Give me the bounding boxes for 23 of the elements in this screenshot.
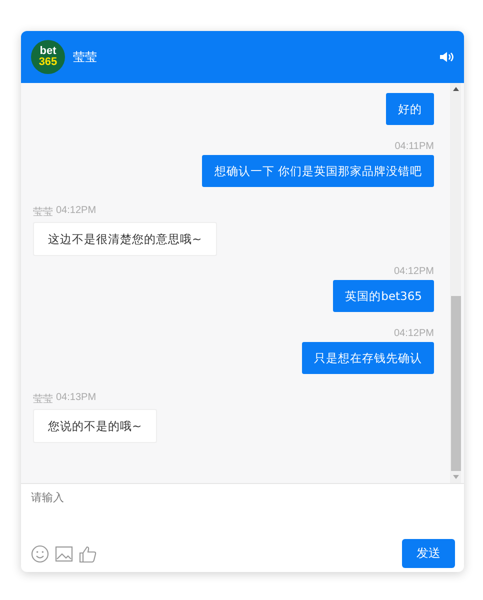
scrollbar[interactable] xyxy=(450,83,461,483)
emoji-icon[interactable] xyxy=(31,544,49,562)
received-message: 您说的不是的哦~ xyxy=(33,409,157,443)
message-time: 04:13PM xyxy=(56,392,96,405)
agent-name: 莹莹 xyxy=(73,48,98,66)
message-time: 04:12PM xyxy=(394,328,434,339)
logo-text: 365 xyxy=(38,57,58,68)
send-button[interactable]: 发送 xyxy=(402,539,455,568)
logo-text: bet xyxy=(40,46,56,57)
sender-name: 莹莹 xyxy=(33,206,53,219)
thumbs-up-icon[interactable] xyxy=(79,544,97,562)
sent-message: 英国的bet365 xyxy=(333,280,434,312)
sender-name: 莹莹 xyxy=(33,392,53,406)
received-message: 这边不是很清楚您的意思哦~ xyxy=(33,222,217,256)
message-time: 04:12PM xyxy=(56,205,96,218)
sent-message: 只是想在存钱先确认 xyxy=(302,342,434,374)
image-icon[interactable] xyxy=(55,546,73,562)
sent-message: 想确认一下 你们是英国那家品牌没错吧 xyxy=(202,155,434,187)
speaker-icon[interactable] xyxy=(440,51,454,63)
message-time: 04:12PM xyxy=(394,266,434,277)
sent-message: 好的 xyxy=(386,93,434,125)
message-time: 04:11PM xyxy=(394,141,434,152)
message-input[interactable]: 请输入 xyxy=(31,490,455,539)
